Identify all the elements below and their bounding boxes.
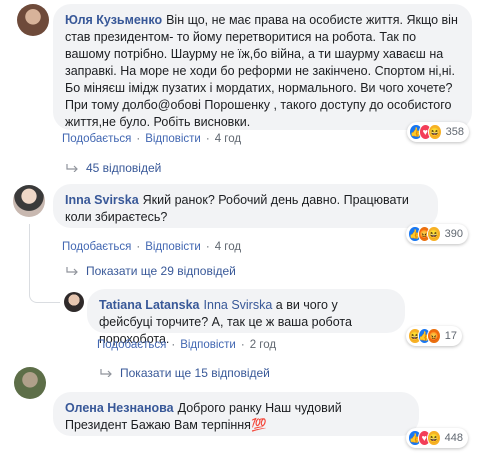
- haha-icon: 😆: [428, 124, 442, 140]
- comment-bubble: Олена Незнанова Доброго ранку Наш чудовий…: [53, 392, 419, 436]
- view-replies-link[interactable]: Показати ще 15 відповідей: [100, 366, 270, 380]
- mention-link[interactable]: Inna Svirska: [204, 298, 273, 312]
- view-replies-link[interactable]: Показати ще 29 відповідей: [66, 264, 236, 278]
- reaction-count: 448: [444, 432, 463, 444]
- comment-text: Він що, не має права на особисте життя. …: [65, 13, 458, 129]
- comment-bubble: Юля Кузьменко Він що, не має права на осо…: [53, 4, 472, 130]
- view-replies-label: 45 відповідей: [86, 161, 162, 175]
- reaction-count: 17: [444, 330, 457, 342]
- avatar[interactable]: [14, 367, 46, 399]
- comment-author[interactable]: Inna Svirska: [65, 193, 139, 207]
- comment-time[interactable]: 4 год: [215, 241, 241, 253]
- comment-actions: Подобається · Відповісти · 2 год: [97, 339, 277, 351]
- comment-actions: Подобається · Відповісти · 4 год: [62, 241, 242, 253]
- like-button[interactable]: Подобається: [62, 133, 131, 145]
- avatar[interactable]: [17, 4, 49, 36]
- thread-connector: [29, 224, 60, 303]
- comment-time[interactable]: 4 год: [215, 133, 241, 145]
- comment-author[interactable]: Юля Кузьменко: [65, 13, 162, 27]
- haha-icon: 😆: [427, 226, 441, 242]
- comment-actions: Подобається · Відповісти · 4 год: [62, 133, 242, 145]
- reaction-count: 390: [444, 228, 463, 240]
- reply-arrow-icon: [66, 267, 78, 275]
- avatar[interactable]: [13, 185, 45, 217]
- like-button[interactable]: Подобається: [62, 241, 131, 253]
- reply-button[interactable]: Відповісти: [180, 339, 236, 351]
- angry-icon: 😡: [427, 328, 441, 344]
- reply-button[interactable]: Відповісти: [145, 133, 201, 145]
- comment-bubble: Tatiana Latanska Inna Svirska а ви чого у…: [87, 289, 405, 346]
- haha-icon: 😆: [427, 430, 441, 446]
- avatar[interactable]: [64, 292, 84, 312]
- like-button[interactable]: Подобається: [97, 339, 166, 351]
- comment-author[interactable]: Tatiana Latanska: [99, 298, 200, 312]
- reaction-summary[interactable]: 👍 😡 😆 390: [406, 224, 468, 244]
- view-replies-label: Показати ще 15 відповідей: [120, 366, 270, 380]
- reaction-summary[interactable]: 👍 ♥ 😆 358: [407, 122, 469, 142]
- reaction-count: 358: [445, 126, 464, 138]
- comment-bubble: Inna Svirska Який ранок? Робочий день дав…: [53, 184, 438, 228]
- reaction-summary[interactable]: 👍 ♥ 😆 448: [406, 428, 468, 448]
- reply-arrow-icon: [100, 369, 112, 377]
- comment-author[interactable]: Олена Незнанова: [65, 401, 174, 415]
- reply-arrow-icon: [66, 164, 78, 172]
- reply-button[interactable]: Відповісти: [145, 241, 201, 253]
- reaction-summary[interactable]: 😆 👍 😡 17: [406, 326, 462, 346]
- comment-time[interactable]: 2 год: [250, 339, 276, 351]
- view-replies-link[interactable]: 45 відповідей: [66, 161, 161, 175]
- view-replies-label: Показати ще 29 відповідей: [86, 264, 236, 278]
